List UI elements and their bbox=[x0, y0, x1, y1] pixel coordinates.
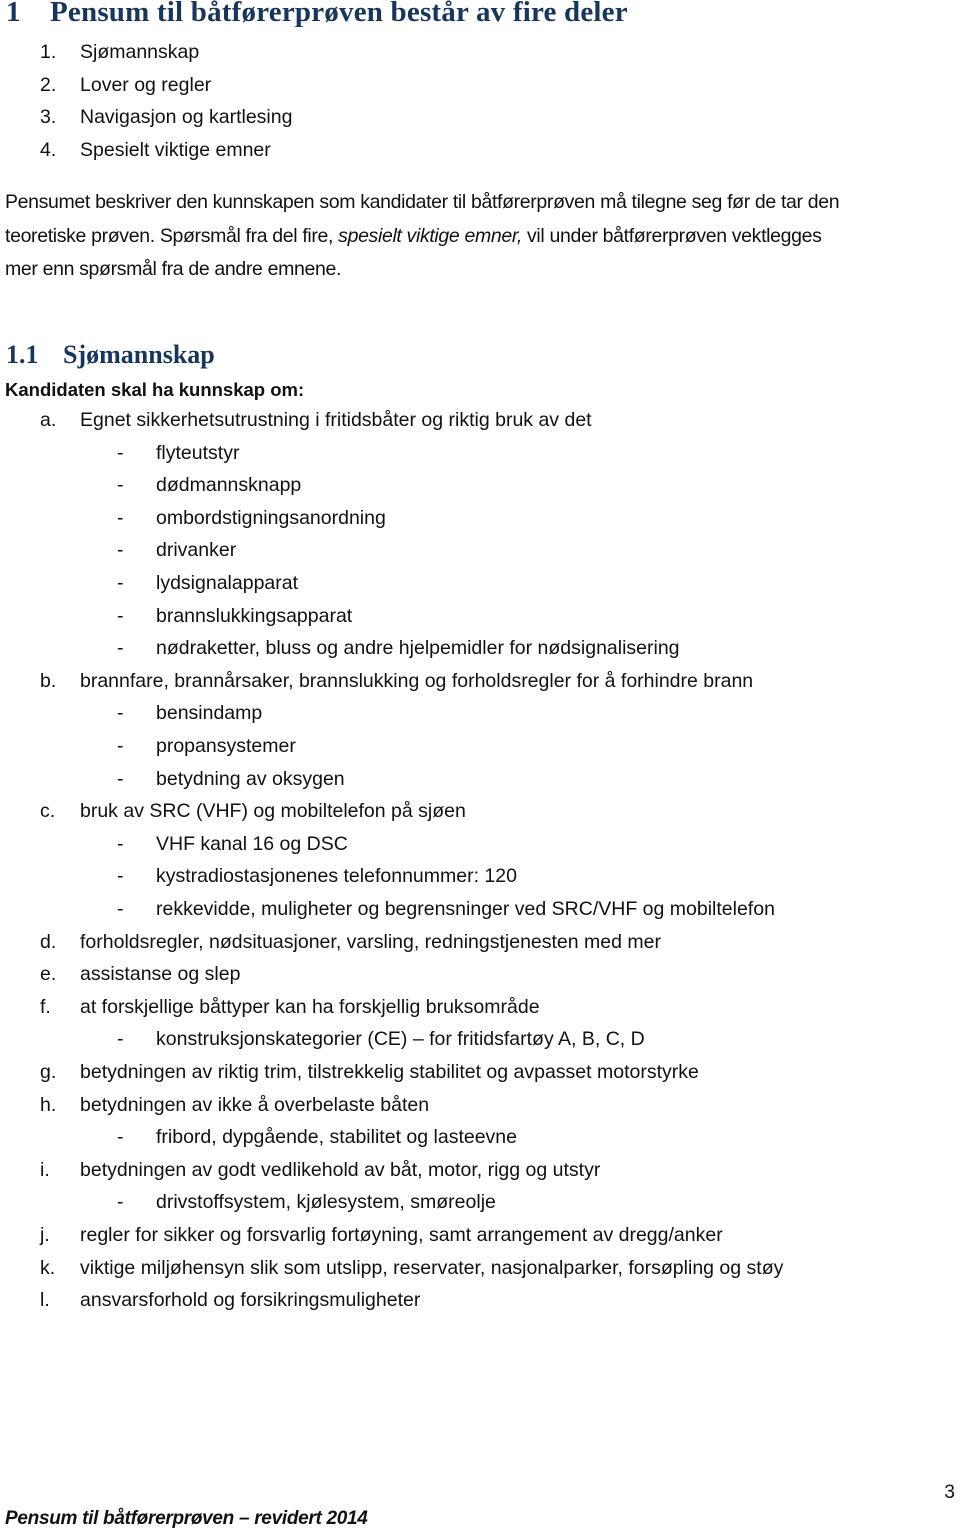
part-number: 2. bbox=[40, 74, 57, 96]
dash-bullet: - bbox=[117, 865, 124, 887]
sub-item-text: ombordstigningsanordning bbox=[156, 507, 386, 529]
section-heading-1: 1 Pensum til båtførerprøven består av fir… bbox=[6, 0, 628, 29]
dash-bullet: - bbox=[117, 1126, 124, 1148]
item-letter: d. bbox=[40, 931, 57, 953]
item-letter: f. bbox=[40, 996, 51, 1018]
dash-bullet: - bbox=[117, 637, 124, 659]
item-letter: k. bbox=[40, 1257, 56, 1279]
dash-bullet: - bbox=[117, 539, 124, 561]
item-letter: c. bbox=[40, 800, 56, 822]
dash-bullet: - bbox=[117, 474, 124, 496]
dash-bullet: - bbox=[117, 605, 124, 627]
item-text: betydningen av godt vedlikehold av båt, … bbox=[80, 1159, 601, 1181]
sub-item-text: dødmannsknapp bbox=[156, 474, 302, 496]
sub-item-text: VHF kanal 16 og DSC bbox=[156, 833, 348, 855]
intro-text: teoretiske prøven. Spørsmål fra del fire… bbox=[5, 225, 339, 247]
dash-bullet: - bbox=[117, 702, 124, 724]
part-number: 3. bbox=[40, 106, 57, 128]
item-text: betydningen av ikke å overbelaste båten bbox=[80, 1094, 430, 1116]
item-text: at forskjellige båttyper kan ha forskjel… bbox=[80, 996, 540, 1018]
page-number: 3 bbox=[944, 1482, 955, 1503]
sub-item-text: brannslukkingsapparat bbox=[156, 605, 353, 627]
item-text: Egnet sikkerhetsutrustning i fritidsbåte… bbox=[80, 409, 592, 431]
item-text: betydningen av riktig trim, tilstrekkeli… bbox=[80, 1061, 699, 1083]
sub-item-text: propansystemer bbox=[156, 735, 296, 757]
subheading: Kandidaten skal ha kunnskap om: bbox=[5, 379, 305, 400]
sub-item-text: rekkevidde, muligheter og begrensninger … bbox=[156, 898, 775, 920]
sub-item-text: drivanker bbox=[156, 539, 237, 561]
dash-bullet: - bbox=[117, 442, 124, 464]
intro-line-1: Pensumet beskriver den kunnskapen som ka… bbox=[5, 191, 840, 213]
item-letter: b. bbox=[40, 670, 57, 692]
item-text: ansvarsforhold og forsikringsmuligheter bbox=[80, 1289, 421, 1311]
dash-bullet: - bbox=[117, 735, 124, 757]
item-text: viktige miljøhensyn slik som utslipp, re… bbox=[80, 1257, 784, 1279]
part-label: Sjømannskap bbox=[80, 41, 200, 63]
sub-item-text: lydsignalapparat bbox=[156, 572, 299, 594]
item-letter: h. bbox=[40, 1094, 57, 1116]
sub-item-text: konstruksjonskategorier (CE) – for friti… bbox=[156, 1028, 645, 1050]
dash-bullet: - bbox=[117, 833, 124, 855]
item-letter: j. bbox=[40, 1224, 50, 1246]
intro-line-3: mer enn spørsmål fra de andre emnene. bbox=[5, 258, 342, 280]
dash-bullet: - bbox=[117, 1028, 124, 1050]
dash-bullet: - bbox=[117, 572, 124, 594]
part-label: Lover og regler bbox=[80, 74, 212, 96]
item-text: bruk av SRC (VHF) og mobiltelefon på sjø… bbox=[80, 800, 466, 822]
part-number: 1. bbox=[40, 41, 57, 63]
item-letter: l. bbox=[40, 1289, 50, 1311]
sub-item-text: fribord, dypgående, stabilitet og lastee… bbox=[156, 1126, 517, 1148]
item-letter: i. bbox=[40, 1159, 50, 1181]
part-number: 4. bbox=[40, 139, 57, 161]
sub-item-text: betydning av oksygen bbox=[156, 768, 345, 790]
section-number: 1.1 bbox=[6, 340, 39, 369]
part-label: Spesielt viktige emner bbox=[80, 139, 271, 161]
section-title: Pensum til båtførerprøven består av fire… bbox=[50, 0, 628, 28]
footer-text: Pensum til båtførerprøven – revidert 201… bbox=[5, 1508, 368, 1529]
sub-item-text: kystradiostasjonenes telefonnummer: 120 bbox=[156, 865, 517, 887]
sub-item-text: nødraketter, bluss og andre hjelpemidler… bbox=[156, 637, 680, 659]
item-text: assistanse og slep bbox=[80, 963, 241, 985]
item-text: forholdsregler, nødsituasjoner, varsling… bbox=[80, 931, 661, 953]
dash-bullet: - bbox=[117, 1191, 124, 1213]
intro-text: vil under båtførerprøven vektlegges bbox=[521, 225, 822, 247]
dash-bullet: - bbox=[117, 507, 124, 529]
section-number: 1 bbox=[6, 0, 21, 28]
dash-bullet: - bbox=[117, 768, 124, 790]
section-heading-1-1: 1.1 Sjømannskap bbox=[6, 340, 215, 370]
item-letter: e. bbox=[40, 963, 57, 985]
sub-item-text: bensindamp bbox=[156, 702, 263, 724]
intro-emphasis: spesielt viktige emner, bbox=[338, 225, 522, 247]
intro-line-2: teoretiske prøven. Spørsmål fra del fire… bbox=[5, 224, 822, 248]
sub-item-text: drivstoffsystem, kjølesystem, smøreolje bbox=[156, 1191, 496, 1213]
dash-bullet: - bbox=[117, 898, 124, 920]
item-letter: g. bbox=[40, 1061, 57, 1083]
section-title: Sjømannskap bbox=[63, 340, 215, 369]
item-text: regler for sikker og forsvarlig fortøyni… bbox=[80, 1224, 723, 1246]
sub-item-text: flyteutstyr bbox=[156, 442, 240, 464]
item-letter: a. bbox=[40, 409, 57, 431]
item-text: brannfare, brannårsaker, brannslukking o… bbox=[80, 670, 754, 692]
part-label: Navigasjon og kartlesing bbox=[80, 106, 293, 128]
